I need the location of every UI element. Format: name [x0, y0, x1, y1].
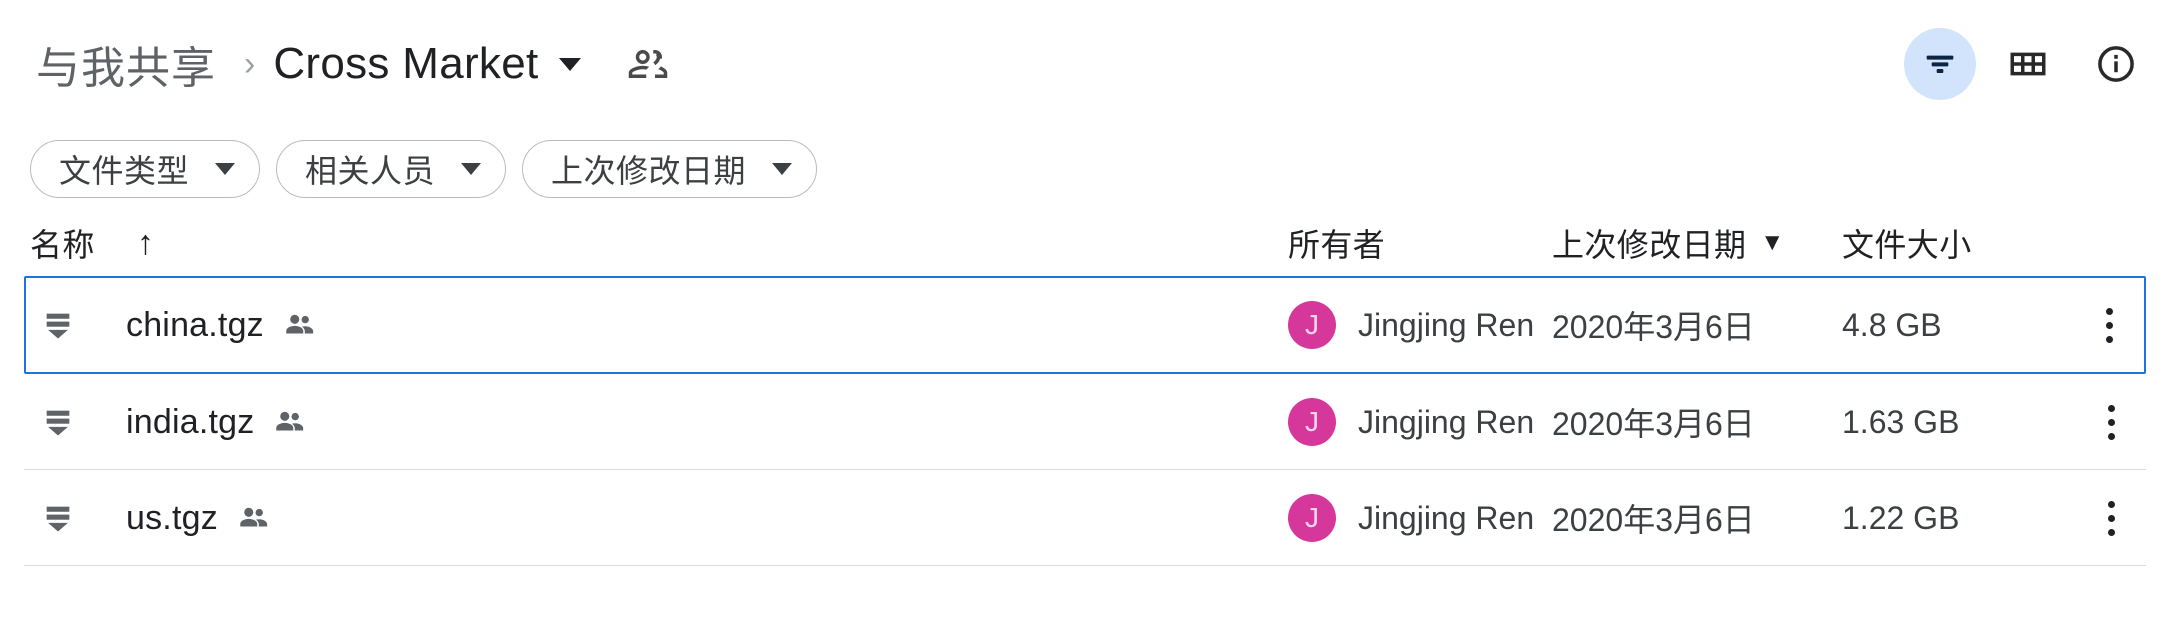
- row-more-actions-button[interactable]: [2074, 302, 2144, 349]
- page-title[interactable]: Cross Market: [273, 39, 538, 89]
- people-shared-icon: [627, 43, 669, 85]
- row-name-cell: china.tgz: [30, 306, 1288, 345]
- sort-ascending-icon: ↑: [136, 224, 155, 262]
- header-actions: [1904, 28, 2152, 100]
- column-header-owner-label: 所有者: [1288, 227, 1386, 263]
- row-owner-cell: J Jingjing Ren: [1288, 301, 1552, 349]
- column-header-name[interactable]: 名称 ↑: [30, 220, 1288, 266]
- details-info-button[interactable]: [2080, 28, 2152, 100]
- breadcrumb: 与我共享 › Cross Market: [30, 28, 669, 100]
- filter-button[interactable]: [1904, 28, 1976, 100]
- file-name-label[interactable]: us.tgz: [126, 499, 218, 538]
- grid-view-icon: [2010, 52, 2046, 76]
- row-more-actions-button[interactable]: [2076, 495, 2146, 542]
- column-header-size-label: 文件大小: [1842, 227, 1972, 263]
- filter-chips-bar: 文件类型 相关人员 上次修改日期: [0, 128, 2176, 210]
- people-shared-icon: [272, 405, 306, 439]
- row-modified-cell: 2020年3月6日: [1552, 309, 1755, 345]
- row-modified-cell: 2020年3月6日: [1552, 502, 1755, 538]
- column-header-last-modified[interactable]: 上次修改日期 ▼: [1552, 220, 1842, 266]
- chevron-down-icon: [772, 163, 793, 175]
- page-header: 与我共享 › Cross Market: [0, 0, 2176, 128]
- grid-view-button[interactable]: [1992, 28, 2064, 100]
- table-row[interactable]: china.tgz J Jingjing Ren 2020年3月6日 4.8 G…: [24, 276, 2146, 374]
- info-circle-icon: [2098, 46, 2134, 82]
- filter-chip-file-type[interactable]: 文件类型: [30, 140, 261, 198]
- chevron-down-icon: [215, 163, 236, 175]
- column-header-modified-label: 上次修改日期: [1552, 227, 1747, 263]
- filter-chip-label: 相关人员: [305, 153, 436, 189]
- owner-name-label: Jingjing Ren: [1358, 403, 1535, 440]
- filter-chip-label: 上次修改日期: [551, 153, 747, 189]
- table-row[interactable]: us.tgz J Jingjing Ren 2020年3月6日 1.22 GB: [24, 470, 2146, 566]
- breadcrumb-separator-icon: ›: [244, 45, 256, 83]
- file-name-label[interactable]: china.tgz: [126, 306, 264, 345]
- avatar: J: [1288, 494, 1336, 542]
- row-modified-cell: 2020年3月6日: [1552, 406, 1755, 442]
- chevron-down-icon: [461, 163, 482, 175]
- row-name-cell: us.tgz: [30, 499, 1288, 538]
- filter-chip-label: 文件类型: [59, 153, 190, 189]
- chevron-down-icon[interactable]: [558, 57, 581, 71]
- file-name-label[interactable]: india.tgz: [126, 403, 254, 442]
- sort-descending-icon: ▼: [1760, 229, 1785, 256]
- archive-file-icon: [30, 501, 86, 535]
- file-list-table: 名称 ↑ 所有者 上次修改日期 ▼ 文件大小 china.tgz J Jingj…: [0, 210, 2176, 566]
- column-header-owner[interactable]: 所有者: [1288, 220, 1552, 266]
- owner-name-label: Jingjing Ren: [1358, 499, 1535, 536]
- kebab-menu-icon[interactable]: [2102, 399, 2121, 446]
- archive-file-icon: [30, 405, 86, 439]
- breadcrumb-root-shared-with-me[interactable]: 与我共享: [30, 28, 222, 100]
- avatar: J: [1288, 301, 1336, 349]
- owner-name-label: Jingjing Ren: [1358, 306, 1535, 343]
- kebab-menu-icon[interactable]: [2102, 495, 2121, 542]
- avatar: J: [1288, 398, 1336, 446]
- row-size-cell: 1.22 GB: [1842, 499, 1960, 536]
- row-size-cell: 4.8 GB: [1842, 306, 1942, 343]
- filter-chip-last-modified[interactable]: 上次修改日期: [522, 140, 818, 198]
- table-header-row: 名称 ↑ 所有者 上次修改日期 ▼ 文件大小: [24, 210, 2146, 276]
- people-shared-icon: [282, 308, 316, 342]
- row-owner-cell: J Jingjing Ren: [1288, 494, 1552, 542]
- people-shared-icon: [236, 501, 270, 535]
- kebab-menu-icon[interactable]: [2100, 302, 2119, 349]
- column-header-file-size[interactable]: 文件大小: [1842, 220, 2076, 266]
- row-more-actions-button[interactable]: [2076, 399, 2146, 446]
- row-name-cell: india.tgz: [30, 403, 1288, 442]
- filter-icon: [1926, 55, 1954, 73]
- row-size-cell: 1.63 GB: [1842, 403, 1960, 440]
- row-owner-cell: J Jingjing Ren: [1288, 398, 1552, 446]
- column-header-name-label: 名称: [30, 227, 95, 263]
- filter-chip-people[interactable]: 相关人员: [276, 140, 507, 198]
- archive-file-icon: [30, 308, 86, 342]
- table-row[interactable]: india.tgz J Jingjing Ren 2020年3月6日 1.63 …: [24, 374, 2146, 470]
